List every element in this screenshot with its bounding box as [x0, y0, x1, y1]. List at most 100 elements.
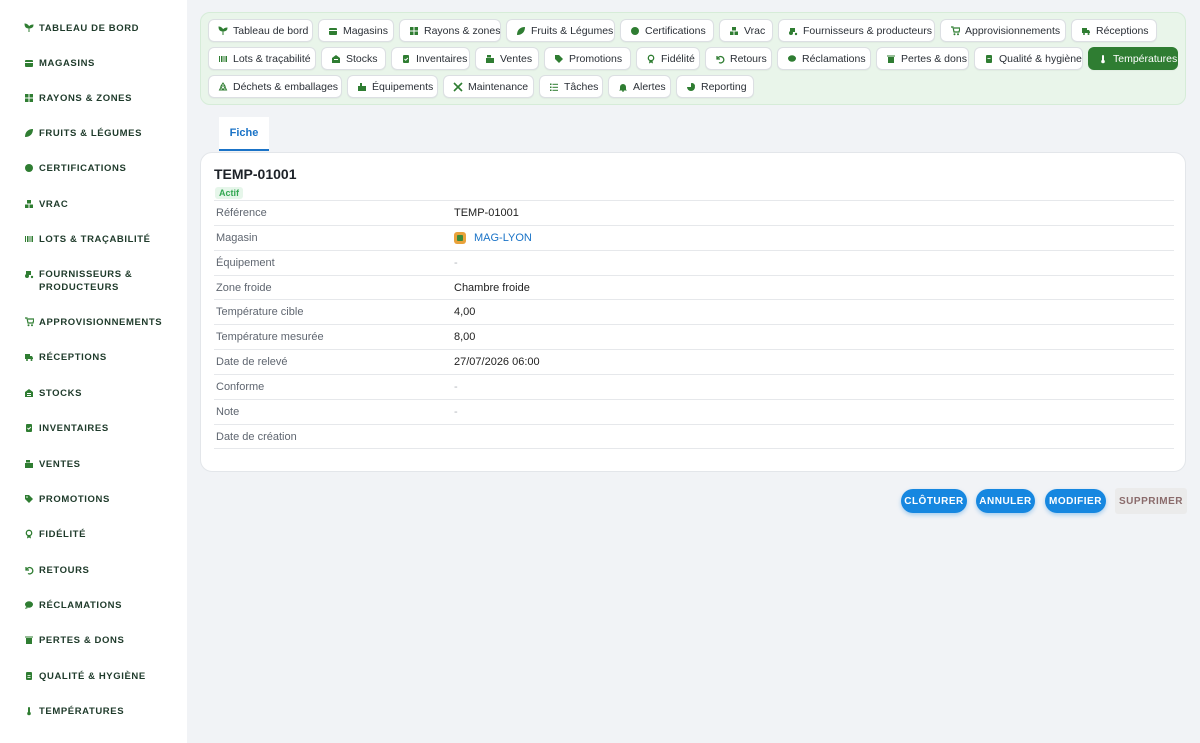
- tab-fidelite[interactable]: Fidélité: [636, 47, 700, 70]
- sidebar-item-fidelite[interactable]: FIDÉLITÉ: [0, 528, 187, 541]
- sidebar-item-label: FIDÉLITÉ: [39, 529, 87, 540]
- tab-reclamations[interactable]: Réclamations: [777, 47, 871, 70]
- sidebar-item-rayons-zones[interactable]: RAYONS & ZONES: [0, 92, 187, 105]
- record-card: TEMP-01001 Actif Référence TEMP-01001 Ma…: [200, 152, 1186, 472]
- comment-icon: [24, 600, 34, 610]
- close-record-button[interactable]: CLÔTURER: [901, 489, 967, 513]
- tab-receptions[interactable]: Réceptions: [1071, 19, 1157, 42]
- sidebar-item-label: RÉCLAMATIONS: [39, 600, 123, 611]
- sidebar-item-tableau-de-bord[interactable]: TABLEAU DE BORD: [0, 22, 187, 35]
- sidebar-item-certifications[interactable]: CERTIFICATIONS: [0, 162, 187, 175]
- warehouse-icon: [331, 54, 341, 64]
- tab-lots-tracabilite[interactable]: Lots & traçabilité: [208, 47, 316, 70]
- thermometer-icon: [24, 706, 34, 716]
- tab-taches[interactable]: Tâches: [539, 75, 603, 98]
- sidebar-item-retours[interactable]: RETOURS: [0, 564, 187, 577]
- field-value: -: [454, 381, 458, 393]
- field-row-date-creation: Date de création: [214, 424, 1174, 449]
- sidebar-item-label: INVENTAIRES: [39, 423, 109, 434]
- award-icon: [646, 54, 656, 64]
- comment-icon: [787, 54, 797, 64]
- tab-qualite-hygiene[interactable]: Qualité & hygiène: [974, 47, 1083, 70]
- store-link[interactable]: MAG-LYON: [454, 232, 532, 244]
- certificate-icon: [630, 26, 640, 36]
- cart-icon: [24, 317, 34, 327]
- sidebar-item-lots-tracabilite[interactable]: LOTS & TRAÇABILITÉ: [0, 233, 187, 246]
- sidebar-item-receptions[interactable]: RÉCEPTIONS: [0, 351, 187, 364]
- sidebar-item-approvisionnements[interactable]: APPROVISIONNEMENTS: [0, 316, 187, 329]
- tab-certifications[interactable]: Certifications: [620, 19, 714, 42]
- field-value: 8,00: [454, 331, 476, 343]
- tab-alertes[interactable]: Alertes: [608, 75, 671, 98]
- tab-retours[interactable]: Retours: [705, 47, 772, 70]
- leaf-icon: [24, 128, 34, 138]
- sidebar-item-label: LOTS & TRAÇABILITÉ: [39, 234, 151, 245]
- bell-icon: [618, 82, 628, 92]
- clipboard-check-icon: [401, 54, 411, 64]
- tractor-icon: [788, 26, 798, 36]
- sidebar-item-pertes-dons[interactable]: PERTES & DONS: [0, 634, 187, 647]
- boxes-icon: [729, 26, 739, 36]
- sidebar-item-magasins[interactable]: MAGASINS: [0, 57, 187, 70]
- field-label: Équipement: [216, 257, 275, 269]
- sidebar-item-inventaires[interactable]: INVENTAIRES: [0, 422, 187, 435]
- tab-reporting[interactable]: Reporting: [676, 75, 754, 98]
- status-badge: Actif: [215, 187, 243, 199]
- delete-button[interactable]: SUPPRIMER: [1115, 488, 1187, 514]
- sidebar-item-reclamations[interactable]: RÉCLAMATIONS: [0, 599, 187, 612]
- clipboard-check-icon: [24, 423, 34, 433]
- sidebar-item-temperatures[interactable]: TEMPÉRATURES: [0, 705, 187, 718]
- sidebar-item-label: RETOURS: [39, 565, 90, 576]
- tags-icon: [554, 54, 564, 64]
- barcode-icon: [218, 54, 228, 64]
- sidebar-item-promotions[interactable]: PROMOTIONS: [0, 493, 187, 506]
- grid-icon: [409, 26, 419, 36]
- sidebar: TABLEAU DE BORD MAGASINS RAYONS & ZONES …: [0, 0, 187, 743]
- tab-magasins[interactable]: Magasins: [318, 19, 394, 42]
- undo-icon: [24, 565, 34, 575]
- tab-fournisseurs-producteurs[interactable]: Fournisseurs & producteurs: [778, 19, 935, 42]
- trash-icon: [886, 54, 896, 64]
- store-icon: [24, 58, 34, 68]
- pie-chart-icon: [686, 82, 696, 92]
- recycle-icon: [218, 81, 228, 92]
- cash-register-icon: [485, 54, 495, 64]
- field-row-magasin: Magasin MAG-LYON: [214, 225, 1174, 250]
- field-value: -: [454, 257, 458, 269]
- cancel-button[interactable]: ANNULER: [976, 489, 1035, 513]
- field-row-zone-froide: Zone froide Chambre froide: [214, 275, 1174, 300]
- tab-ventes[interactable]: Ventes: [475, 47, 539, 70]
- tab-fiche[interactable]: Fiche: [219, 117, 269, 151]
- sidebar-item-label: VENTES: [39, 459, 81, 470]
- tab-approvisionnements[interactable]: Approvisionnements: [940, 19, 1066, 42]
- tab-dechets-emballages[interactable]: Déchets & emballages: [208, 75, 342, 98]
- sidebar-item-fruits-legumes[interactable]: FRUITS & LÉGUMES: [0, 127, 187, 140]
- sidebar-item-stocks[interactable]: STOCKS: [0, 387, 187, 400]
- sidebar-item-label: QUALITÉ & HYGIÈNE: [39, 671, 146, 682]
- tab-tableau-de-bord[interactable]: Tableau de bord: [208, 19, 313, 42]
- tab-stocks[interactable]: Stocks: [321, 47, 386, 70]
- tab-vrac[interactable]: Vrac: [719, 19, 773, 42]
- tab-promotions[interactable]: Promotions: [544, 47, 631, 70]
- sidebar-item-fournisseurs-producteurs[interactable]: FOURNISSEURS & PRODUCTEURS: [0, 268, 187, 294]
- sidebar-item-label: APPROVISIONNEMENTS: [39, 317, 163, 328]
- tab-inventaires[interactable]: Inventaires: [391, 47, 470, 70]
- clipboard-icon: [984, 54, 994, 64]
- sidebar-item-qualite-hygiene[interactable]: QUALITÉ & HYGIÈNE: [0, 670, 187, 683]
- sidebar-item-label: TABLEAU DE BORD: [39, 23, 140, 34]
- sidebar-item-label: FOURNISSEURS & PRODUCTEURS: [39, 269, 133, 293]
- sidebar-item-vrac[interactable]: VRAC: [0, 198, 187, 211]
- field-row-temperature-mesuree: Température mesurée 8,00: [214, 324, 1174, 349]
- tab-equipements[interactable]: Équipements: [347, 75, 438, 98]
- tab-temperatures[interactable]: Températures: [1088, 47, 1178, 70]
- edit-button[interactable]: MODIFIER: [1045, 489, 1106, 513]
- tab-rayons-zones[interactable]: Rayons & zones: [399, 19, 501, 42]
- tab-maintenance[interactable]: Maintenance: [443, 75, 534, 98]
- sidebar-item-label: RAYONS & ZONES: [39, 93, 133, 104]
- sidebar-item-ventes[interactable]: VENTES: [0, 458, 187, 471]
- tab-pertes-dons[interactable]: Pertes & dons: [876, 47, 969, 70]
- sidebar-item-label: VRAC: [39, 199, 69, 210]
- field-value: TEMP-01001: [454, 207, 519, 219]
- field-value: 27/07/2026 06:00: [454, 356, 540, 368]
- tab-fruits-legumes[interactable]: Fruits & Légumes: [506, 19, 615, 42]
